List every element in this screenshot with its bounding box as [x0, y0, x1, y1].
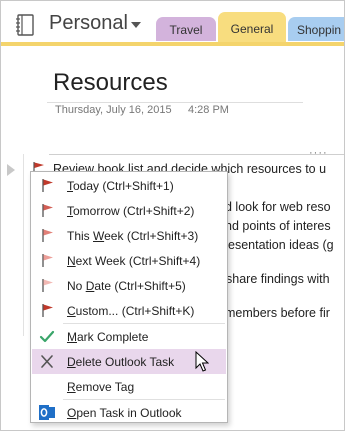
note-line[interactable]: esentation ideas (g: [228, 238, 334, 252]
flag-icon: [42, 304, 53, 317]
note-container-left-border: [23, 154, 24, 336]
note-line[interactable]: nd points of interes: [225, 219, 331, 233]
x-icon: [41, 355, 53, 368]
menu-item-tomorrow[interactable]: Tomorrow (Ctrl+Shift+2): [32, 198, 226, 223]
menu-item-today[interactable]: Today (Ctrl+Shift+1): [32, 173, 226, 198]
outlook-icon: [39, 405, 55, 420]
menu-item-remove-tag[interactable]: Remove Tag: [32, 374, 226, 399]
section-color-bar: [1, 42, 344, 46]
note-container-handle[interactable]: ····: [309, 147, 328, 159]
mouse-cursor-icon: [195, 351, 209, 372]
page-title[interactable]: Resources: [53, 69, 168, 97]
context-menu: Today (Ctrl+Shift+1) Tomorrow (Ctrl+Shif…: [30, 171, 228, 423]
notebook-name[interactable]: Personal: [49, 12, 128, 35]
page-time: 4:28 PM: [188, 104, 229, 116]
flag-icon: [42, 254, 53, 267]
menu-item-custom[interactable]: Custom... (Ctrl+Shift+K): [32, 298, 226, 323]
menu-item-no-date[interactable]: No Date (Ctrl+Shift+5): [32, 273, 226, 298]
notebook-icon[interactable]: [15, 14, 35, 36]
menu-item-this-week[interactable]: This Week (Ctrl+Shift+3): [32, 223, 226, 248]
menu-item-open-in-outlook[interactable]: Open Task in Outlook: [32, 400, 226, 425]
chevron-down-icon[interactable]: [131, 22, 141, 28]
flag-icon: [42, 229, 53, 242]
note-line[interactable]: members before fir: [225, 306, 330, 320]
tab-travel[interactable]: Travel: [156, 17, 216, 41]
tab-shopping[interactable]: Shoppin: [288, 17, 344, 41]
note-line[interactable]: share findings with: [226, 272, 330, 286]
flag-icon: [42, 204, 53, 217]
note-container-border: [49, 154, 344, 155]
menu-item-next-week[interactable]: Next Week (Ctrl+Shift+4): [32, 248, 226, 273]
tab-general[interactable]: General: [218, 12, 286, 42]
checkmark-icon: [39, 330, 55, 343]
note-line[interactable]: d look for web reso: [225, 200, 331, 214]
page-date: Thursday, July 16, 2015: [55, 104, 172, 116]
flag-icon: [42, 279, 53, 292]
onenote-window: Personal Travel Shoppin General Resource…: [0, 0, 345, 431]
flag-icon: [42, 179, 53, 192]
title-divider: [47, 102, 303, 103]
paragraph-handle-icon[interactable]: [7, 164, 15, 176]
menu-item-mark-complete[interactable]: Mark Complete: [32, 324, 226, 349]
